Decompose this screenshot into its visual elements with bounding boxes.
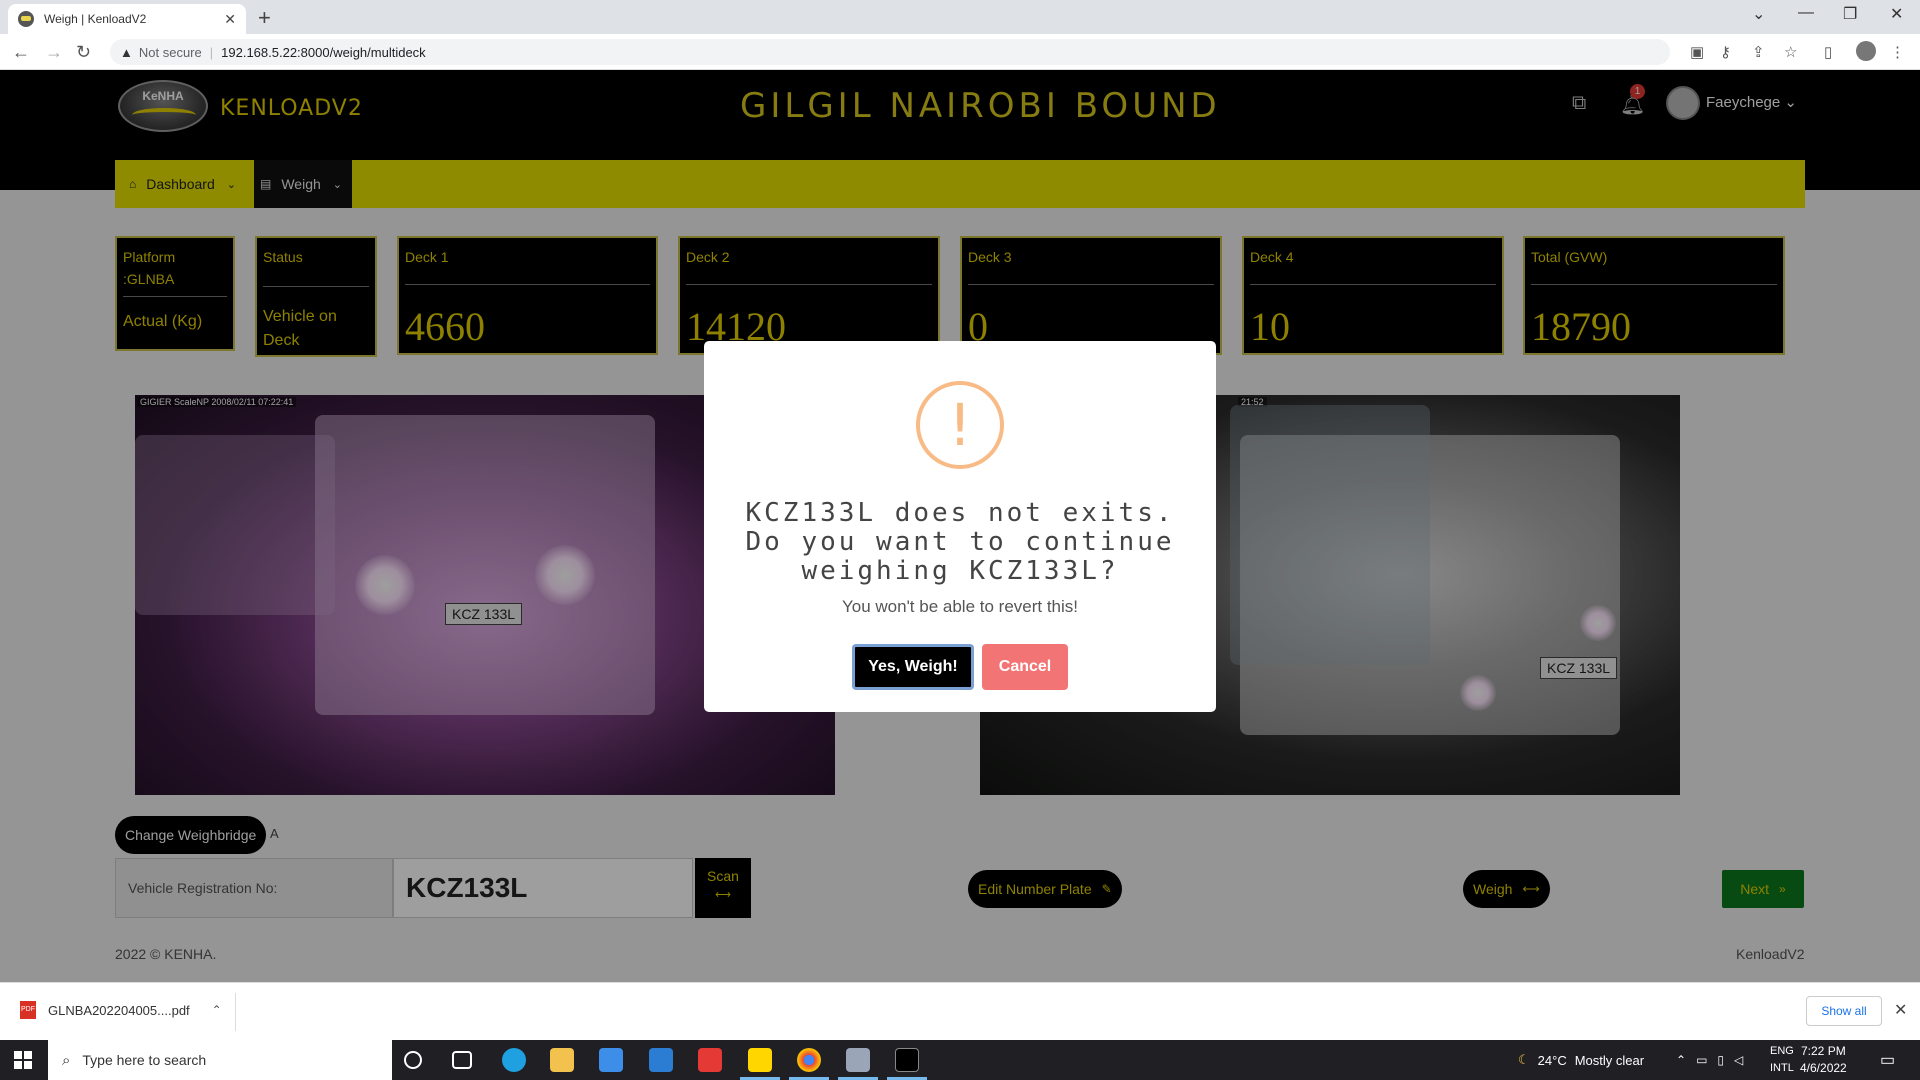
weather-temperature: 24°C [1537, 1052, 1567, 1068]
confirm-dialog: ! KCZ133L does not exits. Do you want to… [704, 341, 1216, 712]
weather-widget[interactable]: ☾ 24°C Mostly clear [1518, 1040, 1644, 1080]
tab-search-chevron-icon[interactable]: ⌄ [1752, 4, 1765, 24]
show-all-button[interactable]: Show all [1806, 996, 1882, 1026]
new-tab-icon[interactable]: + [258, 5, 271, 31]
restore-icon[interactable]: ❐ [1843, 4, 1857, 24]
cortana-icon[interactable] [404, 1051, 422, 1069]
download-item[interactable]: PDF GLNBA202204005....pdf ⌃ [20, 1001, 222, 1019]
share-icon[interactable]: ⇪ [1752, 43, 1765, 61]
warning-triangle-icon: ▲ [120, 44, 133, 60]
file-explorer-icon[interactable] [550, 1048, 574, 1072]
pdf-file-icon: PDF [20, 1001, 36, 1019]
anydesk-icon[interactable] [698, 1048, 722, 1072]
profile-avatar-icon[interactable] [1856, 41, 1876, 61]
url-text[interactable]: 192.168.5.22:8000/weigh/multideck [221, 45, 426, 60]
browser-toolbar: ← → ↻ ▲ Not secure | 192.168.5.22:8000/w… [0, 34, 1920, 70]
terminal-icon[interactable] [895, 1048, 919, 1072]
network-icon[interactable]: ▭ [1696, 1053, 1707, 1067]
moon-icon: ☾ [1518, 1052, 1530, 1067]
system-tray: ⌃ ▭ ▯ ◁ [1676, 1040, 1743, 1080]
chrome-icon[interactable] [797, 1048, 821, 1072]
address-separator: | [209, 44, 214, 60]
kenha-favicon-icon [18, 11, 34, 27]
chevron-up-icon[interactable]: ⌃ [1676, 1053, 1686, 1067]
chevron-up-icon[interactable]: ⌃ [212, 1003, 222, 1017]
keyboard-layout: INTL [1770, 1062, 1794, 1074]
back-arrow-icon[interactable]: ← [12, 42, 30, 63]
tab-title: Weigh | KenloadV2 [44, 12, 147, 26]
cast-blocked-icon[interactable]: ▣ [1690, 43, 1704, 61]
close-icon[interactable]: ✕ [1894, 1000, 1907, 1020]
security-label[interactable]: Not secure [139, 45, 202, 60]
search-placeholder: Type here to search [82, 1052, 207, 1068]
side-panel-icon[interactable]: ▯ [1824, 43, 1832, 61]
dialog-title: KCZ133L does not exits. Do you want to c… [745, 498, 1175, 586]
clock-date: 4/6/2022 [1800, 1061, 1847, 1075]
windows-taskbar: ⌕ Type here to search ☾ 24°C Mostly clea… [0, 1040, 1920, 1080]
reload-icon[interactable]: ↻ [76, 42, 91, 63]
key-icon[interactable]: ⚷ [1720, 43, 1731, 61]
downloads-bar: PDF GLNBA202204005....pdf ⌃ Show all ✕ [0, 982, 1920, 1040]
forward-arrow-icon[interactable]: → [45, 42, 63, 63]
edge-icon[interactable] [502, 1048, 526, 1072]
task-view-icon[interactable] [452, 1051, 472, 1069]
warning-icon: ! [916, 381, 1004, 469]
input-language[interactable]: ENG INTL [1770, 1043, 1794, 1077]
taskbar-search-box[interactable]: ⌕ Type here to search [48, 1040, 392, 1080]
cancel-button[interactable]: Cancel [982, 644, 1068, 690]
notification-center-icon[interactable]: ▭ [1880, 1050, 1895, 1070]
dialog-text: You won't be able to revert this! [841, 597, 1079, 616]
system-clock[interactable]: 7:22 PM 4/6/2022 [1800, 1043, 1847, 1077]
bookmark-star-icon[interactable]: ☆ [1784, 43, 1797, 61]
minimize-icon[interactable]: — [1798, 4, 1814, 22]
tab-close-icon[interactable]: ✕ [224, 11, 236, 28]
browser-menu-icon[interactable]: ⋮ [1890, 43, 1905, 61]
confirm-weigh-button[interactable]: Yes, Weigh! [852, 644, 974, 690]
sticky-notes-icon[interactable] [748, 1048, 772, 1072]
windows-start-icon[interactable] [14, 1051, 32, 1069]
download-file-name: GLNBA202204005....pdf [48, 1002, 190, 1018]
browser-tab-bar: Weigh | KenloadV2 ✕ + ⌄ — ❐ ✕ [0, 0, 1920, 34]
weather-description: Mostly clear [1574, 1052, 1645, 1068]
store-icon[interactable] [599, 1048, 623, 1072]
remote-desktop-icon[interactable] [846, 1048, 870, 1072]
volume-icon[interactable]: ◁ [1734, 1053, 1743, 1067]
close-window-icon[interactable]: ✕ [1890, 4, 1903, 24]
browser-tab[interactable]: Weigh | KenloadV2 ✕ [8, 4, 246, 34]
language-code: ENG [1770, 1045, 1794, 1057]
address-bar[interactable]: ▲ Not secure | 192.168.5.22:8000/weigh/m… [110, 39, 1670, 65]
search-icon: ⌕ [62, 1051, 71, 1069]
divider [235, 993, 236, 1031]
clock-time: 7:22 PM [1801, 1044, 1846, 1058]
mail-icon[interactable] [649, 1048, 673, 1072]
battery-icon[interactable]: ▯ [1717, 1053, 1724, 1067]
